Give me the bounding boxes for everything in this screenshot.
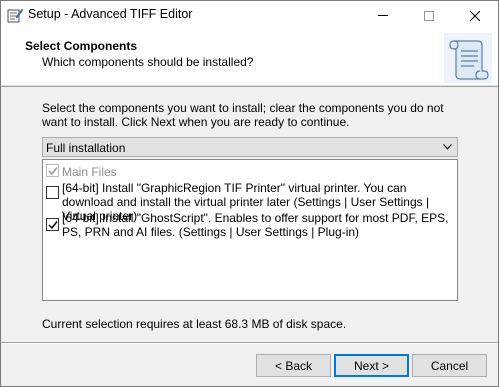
setup-window: Setup - Advanced TIFF Editor Select Comp… xyxy=(0,0,499,387)
footer-divider-highlight xyxy=(1,343,498,344)
install-type-value: Full installation xyxy=(46,141,126,155)
minimize-button[interactable] xyxy=(360,1,406,30)
next-button[interactable]: Next > xyxy=(334,354,409,377)
minimize-icon xyxy=(378,15,388,16)
maximize-icon xyxy=(424,10,434,21)
page-subtitle: Which components should be installed? xyxy=(42,55,254,69)
main-files-checkbox xyxy=(46,164,59,177)
title-bar[interactable]: Setup - Advanced TIFF Editor xyxy=(1,1,498,30)
install-type-dropdown[interactable]: Full installation xyxy=(42,137,458,157)
cancel-button[interactable]: Cancel xyxy=(412,354,487,377)
header-divider xyxy=(1,86,498,87)
scroll-setup-icon xyxy=(444,33,492,83)
back-button[interactable]: < Back xyxy=(256,354,331,377)
chevron-down-icon xyxy=(443,144,452,150)
component-item-tif-printer[interactable]: [64-bit] Install "GraphicRegion TIF Prin… xyxy=(43,180,453,223)
close-button[interactable] xyxy=(452,1,498,30)
disk-space-text: Current selection requires at least 68.3… xyxy=(42,317,347,331)
window-title: Setup - Advanced TIFF Editor xyxy=(28,7,193,21)
wizard-header: Select Components Which components shoul… xyxy=(1,30,498,86)
component-label: Main Files xyxy=(62,165,117,179)
component-label: [64-bit] Install "GhostScript". Enables … xyxy=(62,211,449,239)
close-icon xyxy=(470,10,480,21)
ghostscript-checkbox[interactable] xyxy=(46,218,59,231)
maximize-button[interactable] xyxy=(406,1,452,30)
component-item-main-files: Main Files xyxy=(43,163,453,179)
tif-printer-checkbox[interactable] xyxy=(46,186,59,199)
setup-app-icon xyxy=(7,8,23,23)
components-list[interactable]: Main Files [64-bit] Install "GraphicRegi… xyxy=(42,159,458,301)
checkmark-icon xyxy=(48,221,58,230)
instructions-text: Select the components you want to instal… xyxy=(42,101,444,129)
page-title: Select Components xyxy=(25,39,138,53)
component-item-ghostscript[interactable]: [64-bit] Install "GhostScript". Enables … xyxy=(43,210,453,240)
checkmark-icon xyxy=(48,167,58,176)
